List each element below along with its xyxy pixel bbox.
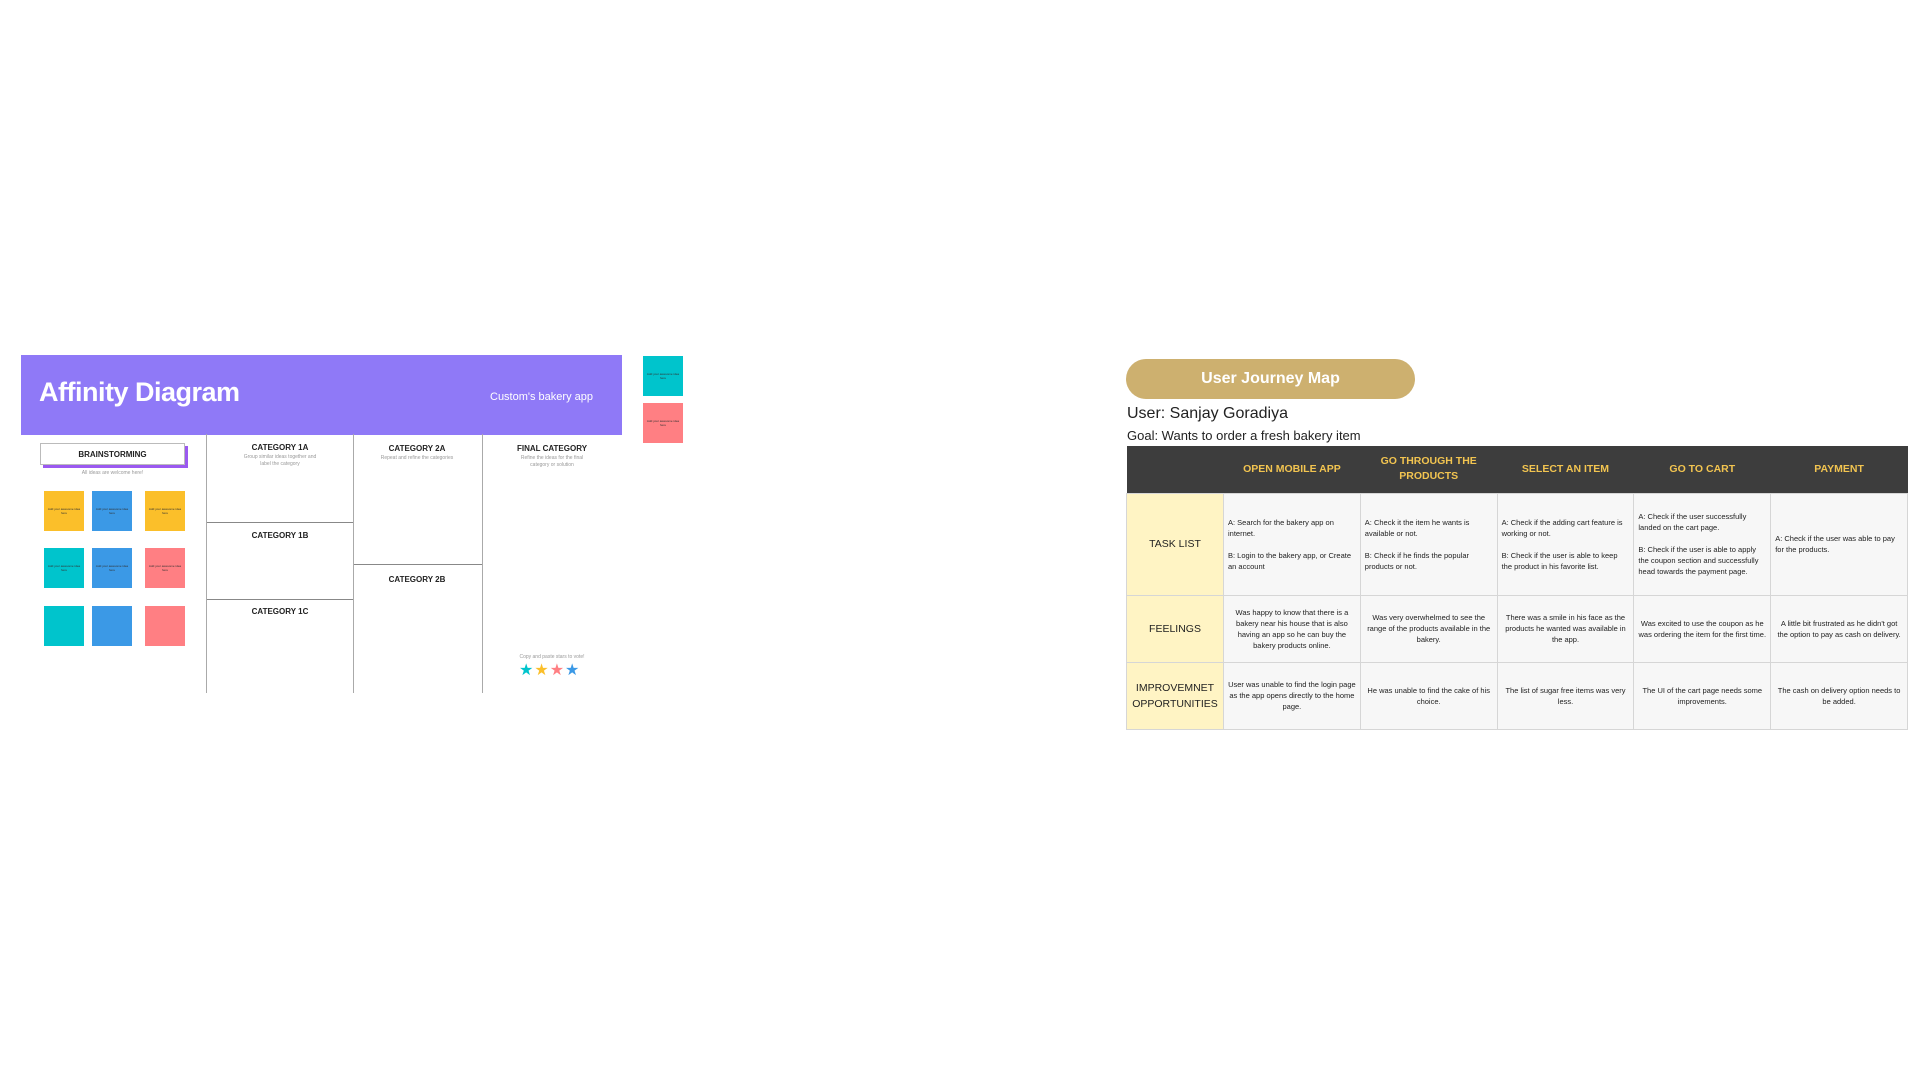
table-row: FEELINGS Was happy to know that there is…: [1126, 594, 1908, 663]
table-cell: Was excited to use the coupon as he was …: [1633, 594, 1772, 663]
table-cell: Was very overwhelmed to see the range of…: [1359, 594, 1498, 663]
star-icon[interactable]: ★: [550, 663, 564, 679]
stage-header: SELECT AN ITEM: [1497, 446, 1634, 493]
table-cell: User was unable to find the login page a…: [1223, 661, 1361, 730]
stage-header: OPEN MOBILE APP: [1223, 446, 1361, 493]
category-2a-hint: Repeat and refine the categories: [380, 455, 454, 461]
sticky-note[interactable]: Add your awesome idea here: [145, 548, 185, 588]
vote-stars: ★ ★ ★ ★: [519, 663, 579, 679]
table-cell: The cash on delivery option needs to be …: [1770, 661, 1908, 730]
table-cell: A: Search for the bakery app on internet…: [1223, 492, 1361, 596]
final-category-title: FINAL CATEGORY: [516, 444, 588, 453]
table-cell: A: Check if the user was able to pay for…: [1770, 492, 1908, 596]
table-cell: The UI of the cart page needs some impro…: [1633, 661, 1772, 730]
brainstorming-hint: All ideas are welcome here!: [81, 470, 144, 476]
header-corner: [1126, 446, 1224, 493]
table-row: IMPROVEMNET OPPORTUNITIES User was unabl…: [1126, 661, 1908, 730]
stage-header: GO THROUGH THE PRODUCTS: [1360, 446, 1498, 493]
sticky-note[interactable]: [92, 606, 132, 646]
affinity-header: Affinity Diagram Custom's bakery app: [21, 355, 622, 435]
divider: [354, 564, 482, 565]
sticky-note[interactable]: Add your awesome idea here: [145, 491, 185, 531]
star-icon[interactable]: ★: [565, 663, 579, 679]
journey-header-row: OPEN MOBILE APP GO THROUGH THE PRODUCTS …: [1126, 446, 1908, 493]
sticky-note[interactable]: [44, 606, 84, 646]
side-sticky-note[interactable]: Add your awesome idea here: [643, 356, 683, 396]
category-2a-title: CATEGORY 2A: [388, 444, 446, 453]
table-cell: The list of sugar free items was very le…: [1496, 661, 1635, 730]
row-label: IMPROVEMNET OPPORTUNITIES: [1126, 661, 1224, 730]
category-1a-title: CATEGORY 1A: [251, 443, 309, 452]
divider: [206, 434, 207, 693]
final-category-hint: Refine the ideas for the final category …: [520, 455, 584, 468]
table-cell: There was a smile in his face as the pro…: [1496, 594, 1635, 663]
vote-hint: Copy and paste stars to vote!: [519, 654, 585, 660]
journey-goal: Goal: Wants to order a fresh bakery item: [1127, 428, 1361, 443]
row-label: FEELINGS: [1126, 594, 1224, 663]
journey-table: OPEN MOBILE APP GO THROUGH THE PRODUCTS …: [1126, 446, 1908, 730]
row-label: TASK LIST: [1126, 492, 1224, 596]
category-2b-title: CATEGORY 2B: [388, 575, 446, 584]
journey-user: User: Sanjay Goradiya: [1127, 405, 1288, 422]
sticky-note[interactable]: Add your awesome idea here: [92, 491, 132, 531]
category-1b-title: CATEGORY 1B: [251, 531, 309, 540]
star-icon[interactable]: ★: [519, 663, 533, 679]
table-cell: Was happy to know that there is a bakery…: [1223, 594, 1361, 663]
table-cell: A: Check it the item he wants is availab…: [1359, 492, 1498, 596]
table-cell: A: Check if the adding cart feature is w…: [1496, 492, 1635, 596]
affinity-subtitle: Custom's bakery app: [490, 391, 593, 403]
table-cell: A little bit frustrated as he didn't got…: [1770, 594, 1908, 663]
side-sticky-note[interactable]: Add your awesome idea here: [643, 403, 683, 443]
category-1a-hint: Group similar ideas together and label t…: [243, 454, 317, 467]
divider: [207, 599, 353, 600]
stage-header: GO TO CART: [1633, 446, 1771, 493]
sticky-note[interactable]: [145, 606, 185, 646]
affinity-title: Affinity Diagram: [39, 377, 240, 407]
star-icon[interactable]: ★: [534, 663, 548, 679]
sticky-note[interactable]: Add your awesome idea here: [92, 548, 132, 588]
stage-header: PAYMENT: [1770, 446, 1908, 493]
divider: [482, 434, 483, 693]
sticky-note[interactable]: Add your awesome idea here: [44, 491, 84, 531]
divider: [207, 522, 353, 523]
brainstorming-label: BRAINSTORMING: [40, 443, 185, 465]
table-row: TASK LIST A: Search for the bakery app o…: [1126, 492, 1908, 596]
table-cell: He was unable to find the cake of his ch…: [1359, 661, 1498, 730]
journey-map-title: User Journey Map: [1126, 359, 1415, 399]
table-cell: A: Check if the user successfully landed…: [1633, 492, 1772, 596]
sticky-note[interactable]: Add your awesome idea here: [44, 548, 84, 588]
category-1c-title: CATEGORY 1C: [251, 607, 309, 616]
